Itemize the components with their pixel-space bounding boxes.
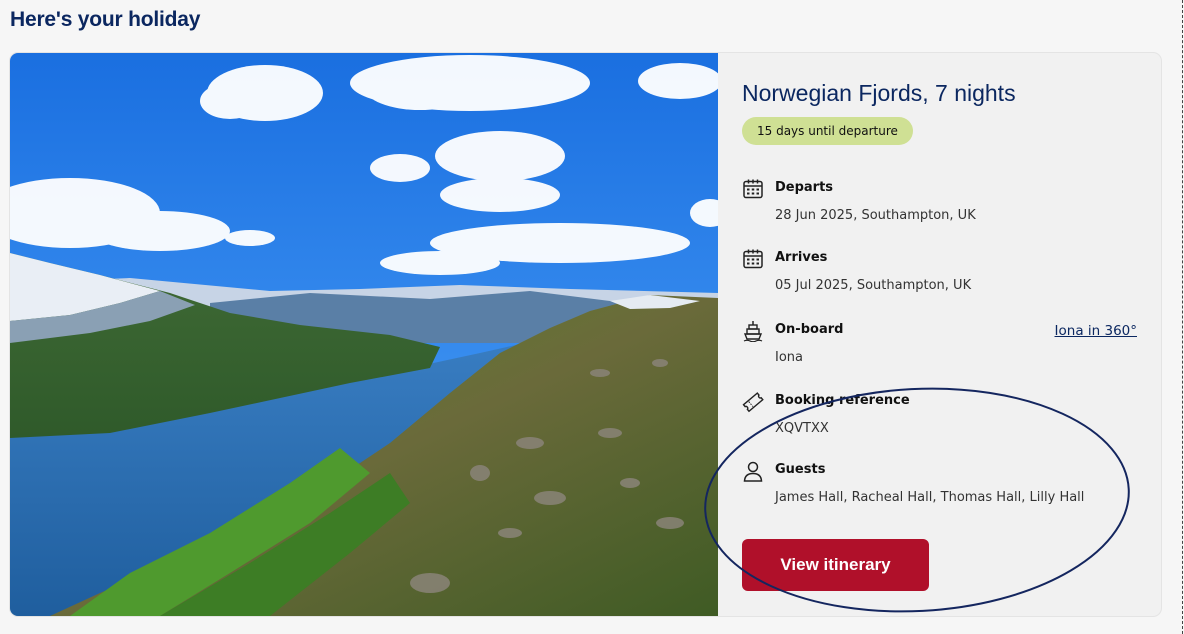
- arrives-label: Arrives: [775, 250, 828, 265]
- ticket-icon: [742, 391, 764, 413]
- holiday-title: Norwegian Fjords, 7 nights: [742, 80, 1016, 106]
- view-itinerary-button[interactable]: View itinerary: [742, 539, 929, 591]
- booking-reference-label: Booking reference: [775, 393, 910, 408]
- page-edge-divider: [1182, 0, 1183, 634]
- departs-label: Departs: [775, 180, 834, 195]
- calendar-icon: [742, 178, 764, 200]
- fjord-photo: [10, 53, 718, 616]
- page-title: Here's your holiday: [10, 8, 201, 31]
- ship-icon: [742, 320, 764, 343]
- holiday-details: Norwegian Fjords, 7 nights 15 days until…: [718, 53, 1161, 616]
- holiday-card: Norwegian Fjords, 7 nights 15 days until…: [10, 53, 1161, 616]
- ship-name: Iona: [775, 350, 803, 365]
- person-icon: [742, 460, 764, 482]
- booking-reference-value: XQVTXX: [775, 421, 829, 436]
- guests-value: James Hall, Racheal Hall, Thomas Hall, L…: [775, 490, 1085, 505]
- arrives-value: 05 Jul 2025, Southampton, UK: [775, 278, 972, 293]
- onboard-label: On-board: [775, 322, 844, 337]
- departs-value: 28 Jun 2025, Southampton, UK: [775, 208, 976, 223]
- guests-label: Guests: [775, 462, 826, 477]
- ship-360-link[interactable]: Iona in 360°: [1055, 323, 1137, 339]
- calendar-icon: [742, 248, 764, 270]
- departure-countdown-badge: 15 days until departure: [742, 117, 913, 145]
